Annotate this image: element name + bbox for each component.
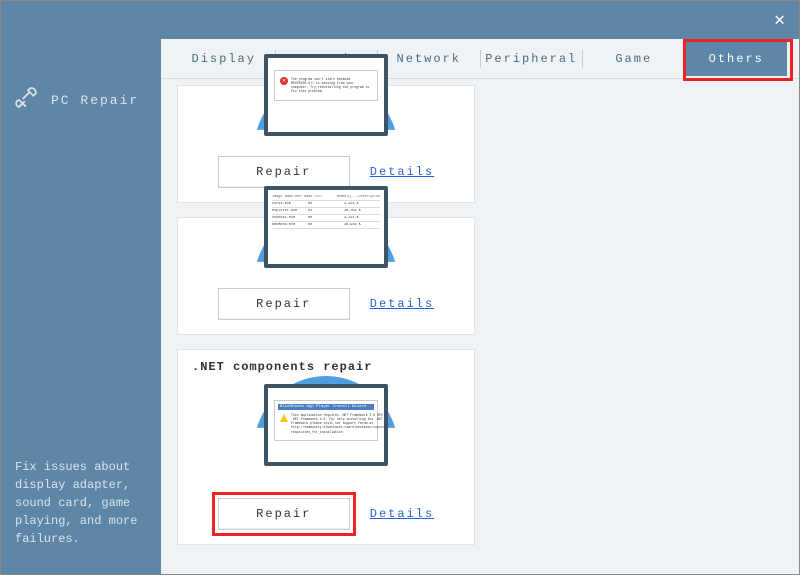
tab-game[interactable]: Game xyxy=(583,42,685,76)
card-title: .NET components repair xyxy=(192,360,460,374)
tab-display[interactable]: Display xyxy=(173,42,275,76)
cards-grid: ✕ The program can't start because MSVCR1… xyxy=(177,79,783,545)
dialog-text: This application requires .NET Framework… xyxy=(291,413,388,434)
tab-peripheral[interactable]: Peripheral xyxy=(481,42,583,76)
tab-network[interactable]: Network xyxy=(378,42,480,76)
sidebar-title: PC Repair xyxy=(51,93,139,108)
card-thumbnail: ✕ The program can't start because MSVCR1… xyxy=(192,86,460,142)
repair-button[interactable]: Repair xyxy=(218,156,350,188)
repair-card-net: .NET components repair BlueStacks App Pl… xyxy=(177,349,475,545)
tab-others[interactable]: Others xyxy=(686,42,788,76)
card-thumbnail: Image Name User Name CPU Memory(... Desc… xyxy=(192,218,460,274)
titlebar: ✕ xyxy=(1,1,799,39)
repair-button[interactable]: Repair xyxy=(218,498,350,530)
wrench-screwdriver-icon xyxy=(15,85,41,115)
content-area: Display Sound Network Peripheral Game Ot… xyxy=(161,39,799,574)
details-link[interactable]: Details xyxy=(370,297,434,311)
dialog-text: The program can't start because MSVCR100… xyxy=(291,77,372,94)
repair-card: Image Name User Name CPU Memory(... Desc… xyxy=(177,217,475,335)
tabs-bar: Display Sound Network Peripheral Game Ot… xyxy=(161,39,799,79)
sidebar-brand: PC Repair xyxy=(15,85,147,115)
details-link[interactable]: Details xyxy=(370,165,434,179)
error-icon: ✕ xyxy=(280,77,288,85)
card-thumbnail: BlueStacks App Player Install Wizard Thi… xyxy=(192,384,460,484)
repair-button[interactable]: Repair xyxy=(218,288,350,320)
warning-icon xyxy=(280,414,288,422)
main-layout: PC Repair Fix issues about display adapt… xyxy=(1,39,799,574)
highlight-box-repair: Repair xyxy=(218,498,350,530)
details-link[interactable]: Details xyxy=(370,507,434,521)
sidebar: PC Repair Fix issues about display adapt… xyxy=(1,39,161,574)
close-icon[interactable]: ✕ xyxy=(774,9,785,31)
sidebar-description: Fix issues about display adapter, sound … xyxy=(15,458,147,548)
